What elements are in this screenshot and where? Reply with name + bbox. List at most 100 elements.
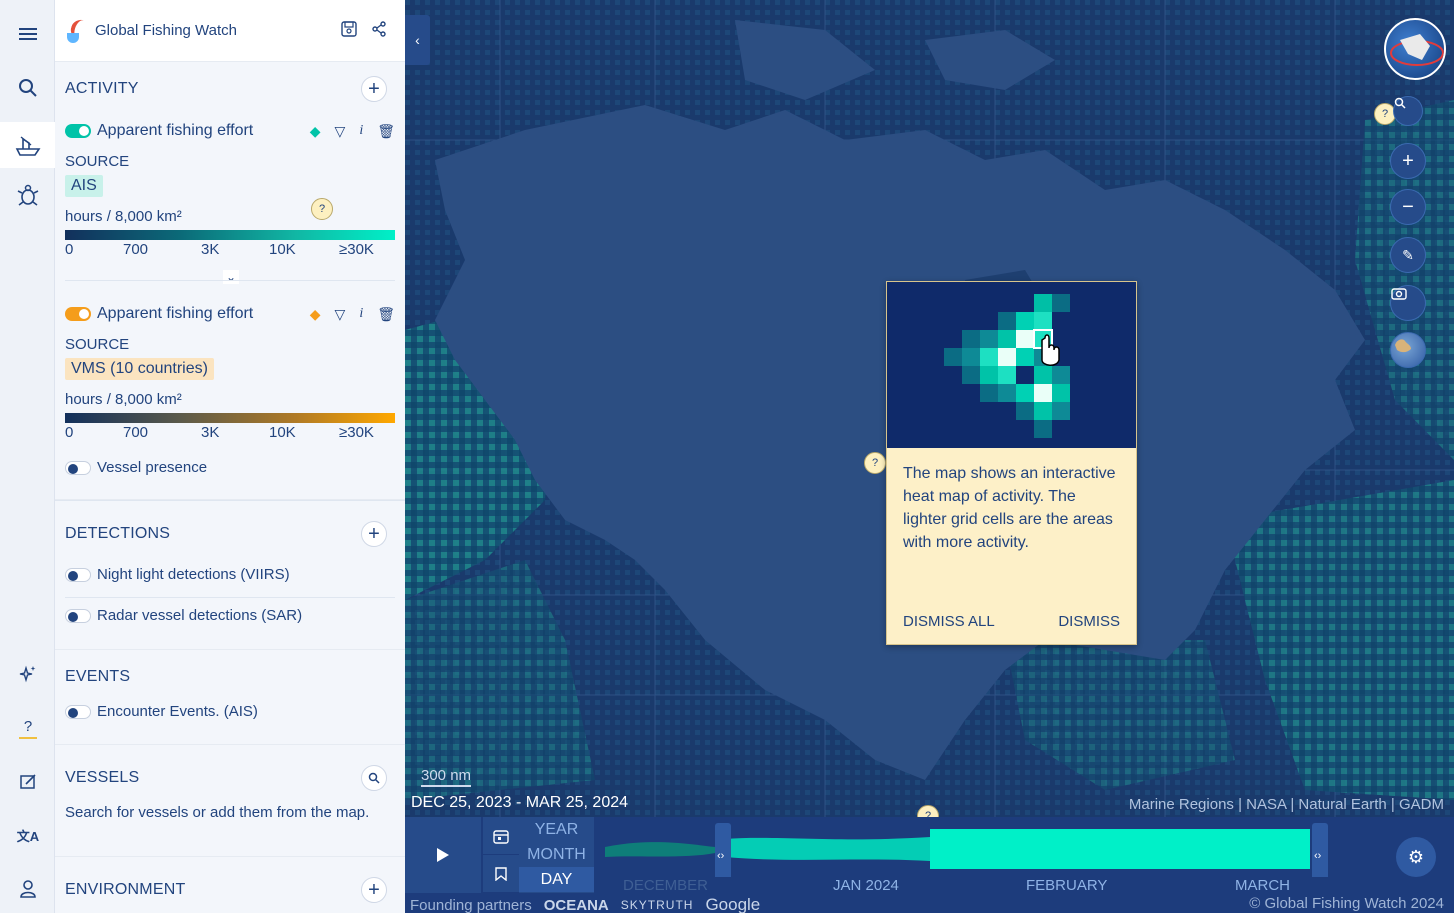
tick-label: 10K (269, 241, 296, 258)
partner-logo[interactable]: SKYTRUTH (621, 898, 694, 912)
share-icon[interactable] (371, 20, 387, 41)
vessel-presence-toggle[interactable] (65, 460, 91, 475)
color-drop-icon[interactable]: ◆ (310, 306, 321, 323)
save-workspace-icon[interactable] (341, 20, 357, 41)
layer-vms-name[interactable]: Apparent fishing effort (97, 305, 253, 323)
calendar-icon[interactable] (483, 817, 519, 855)
layer-ais-legend (65, 230, 395, 240)
turtle-icon[interactable] (8, 176, 48, 216)
delete-icon[interactable]: 🗑︎ (377, 123, 395, 140)
layer-ais-unit: hours / 8,000 km² (65, 208, 182, 225)
layer-vms-toggle[interactable] (65, 307, 91, 321)
zoom-out-button[interactable]: − (1390, 189, 1426, 225)
feedback-icon[interactable] (8, 762, 48, 802)
vessel-icon[interactable] (0, 122, 55, 168)
sar-toggle[interactable] (65, 608, 91, 623)
vessels-hint: Search for vessels or add them from the … (65, 804, 370, 821)
search-icon[interactable] (8, 68, 48, 108)
add-activity-button[interactable]: + (361, 76, 387, 102)
delete-icon[interactable]: 🗑︎ (377, 306, 395, 323)
scale-year[interactable]: YEAR (519, 817, 594, 842)
filter-icon[interactable]: ▽ (335, 123, 346, 140)
dismiss-button[interactable]: DISMISS (1058, 613, 1120, 630)
sar-label[interactable]: Radar vessel detections (SAR) (97, 607, 302, 624)
map-search-button[interactable] (1393, 96, 1423, 126)
scale-day[interactable]: DAY (519, 867, 594, 892)
partners-label: Founding partners (410, 896, 532, 913)
filter-icon[interactable]: ▽ (335, 306, 346, 323)
map-scale: 300 nm (421, 767, 472, 787)
info-icon[interactable]: i (359, 123, 363, 140)
layer-vms-unit: hours / 8,000 km² (65, 391, 182, 408)
encounter-row: Encounter Events. (AIS) (65, 703, 395, 720)
partner-logo[interactable]: Google (705, 895, 760, 913)
date-range-label: DEC 25, 2023 - MAR 25, 2024 (411, 794, 629, 811)
basemap-switch-button[interactable] (1390, 332, 1426, 368)
activity-title: ACTIVITY (65, 80, 139, 97)
svg-text:‹›: ‹› (1314, 850, 1322, 862)
tick-label: ≥30K (339, 241, 374, 258)
sparkle-icon[interactable] (8, 654, 48, 694)
scale-month[interactable]: MONTH (519, 842, 594, 867)
help-icon[interactable]: ? (8, 707, 48, 747)
bookmark-icon[interactable] (483, 855, 519, 893)
timebar: YEAR MONTH DAY ‹› ‹› DECEMBER JAN 2024 F… (405, 817, 1454, 913)
dismiss-all-button[interactable]: DISMISS ALL (903, 613, 995, 630)
expand-chevron-icon[interactable]: ⌄ (223, 270, 239, 284)
encounter-label[interactable]: Encounter Events. (AIS) (97, 703, 258, 720)
play-button[interactable] (405, 817, 481, 893)
onboarding-tooltip: The map shows an interactive heat map of… (886, 281, 1137, 645)
sidebar-panel: Global Fishing Watch ACTIVITY + Apparent… (55, 0, 405, 913)
viirs-label[interactable]: Night light detections (VIIRS) (97, 566, 290, 583)
tick-label: 0 (65, 424, 74, 441)
info-icon[interactable]: i (359, 306, 363, 323)
app-title: Global Fishing Watch (95, 22, 238, 39)
collapse-sidebar-button[interactable]: ‹ (405, 15, 430, 65)
tick-label: 700 (123, 241, 149, 258)
add-detections-button[interactable]: + (361, 521, 387, 547)
copyright: © Global Fishing Watch 2024 (1249, 895, 1444, 912)
layer-ais-toggle[interactable] (65, 124, 91, 138)
sidebar-header: Global Fishing Watch (55, 0, 405, 62)
layer-ais-source-chip: AIS (65, 175, 103, 197)
tick-label: ≥30K (339, 424, 374, 441)
vessel-search-button[interactable] (361, 765, 387, 791)
color-drop-icon[interactable]: ◆ (310, 123, 321, 140)
zoom-in-button[interactable]: + (1390, 143, 1426, 179)
activity-graph[interactable]: ‹› ‹› (595, 817, 1454, 877)
screenshot-button[interactable] (1390, 285, 1426, 321)
layer-vms-legend (65, 413, 395, 423)
detections-title: DETECTIONS (65, 525, 171, 542)
partner-logo[interactable]: OCEANA (544, 897, 609, 913)
vessel-presence-label[interactable]: Vessel presence (97, 459, 207, 476)
menu-icon[interactable] (8, 14, 48, 54)
viirs-toggle[interactable] (65, 567, 91, 582)
translate-icon[interactable]: 文A (8, 815, 48, 855)
month-label: JAN 2024 (833, 877, 899, 894)
events-title: EVENTS (65, 668, 131, 685)
mini-globe[interactable] (1384, 18, 1446, 80)
heatmap-illustration (887, 282, 1136, 448)
vessel-presence-row: Vessel presence (65, 459, 395, 476)
ruler-icon[interactable]: ✎ (1390, 237, 1426, 273)
timebar-settings-icon[interactable]: ⚙ (1396, 837, 1436, 877)
tick-label: 10K (269, 424, 296, 441)
tick-label: 3K (201, 241, 220, 258)
events-section: EVENTS Encounter Events. (AIS) (55, 650, 405, 745)
left-rail: ? 文A (0, 0, 55, 913)
timebar-months: DECEMBER JAN 2024 FEBRUARY MARCH (595, 877, 1454, 894)
tooltip-hint-icon[interactable]: ? (864, 452, 886, 474)
environment-section: ENVIRONMENT + (55, 857, 405, 913)
layer-ais-source-label: SOURCE (65, 153, 130, 170)
timescale-selector: YEAR MONTH DAY (519, 817, 594, 893)
svg-text:‹›: ‹› (717, 850, 725, 862)
layer-vms-source-label: SOURCE (65, 336, 130, 353)
add-environment-button[interactable]: + (361, 877, 387, 903)
environment-title: ENVIRONMENT (65, 881, 186, 898)
activity-section: ACTIVITY + Apparent fishing effort ◆ ▽ i… (55, 62, 405, 500)
user-icon[interactable] (8, 869, 48, 909)
layer-hint-icon[interactable]: ? (311, 198, 333, 220)
layer-ais-name[interactable]: Apparent fishing effort (97, 122, 253, 140)
layer-vms-row: Apparent fishing effort ◆ ▽ i 🗑︎ (65, 305, 395, 323)
encounter-toggle[interactable] (65, 704, 91, 719)
